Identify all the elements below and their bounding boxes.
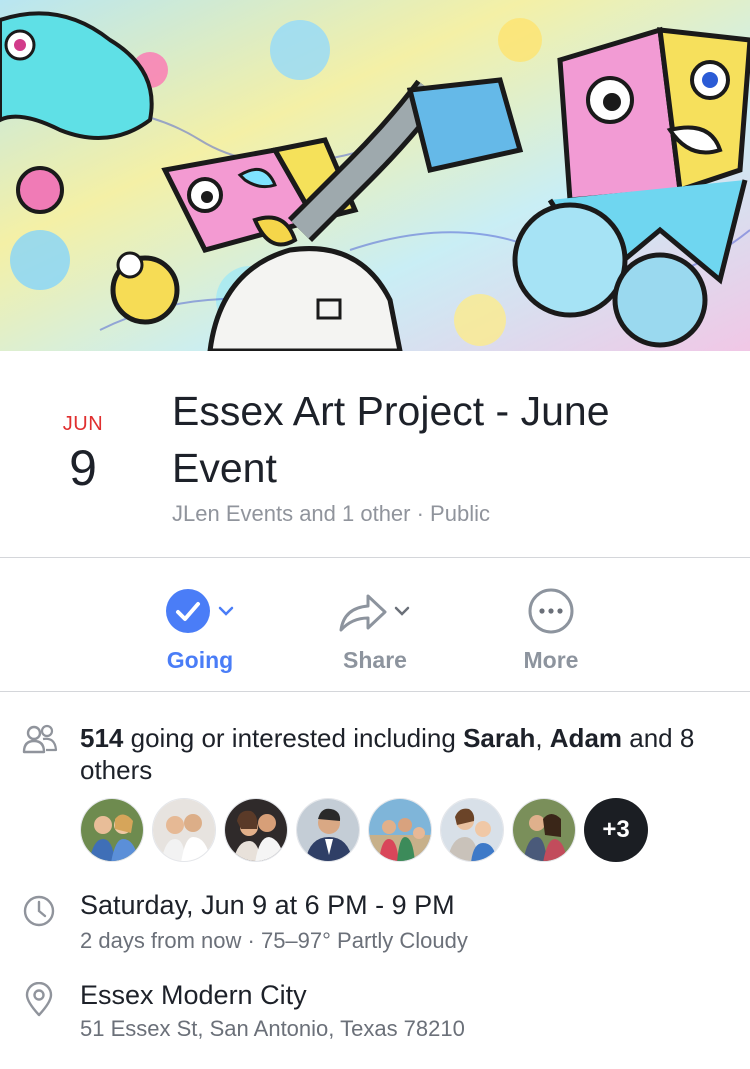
people-icon — [22, 724, 58, 754]
avatar[interactable] — [296, 798, 360, 862]
more-button[interactable]: More — [481, 583, 621, 674]
more-attendees-badge[interactable]: +3 — [584, 798, 648, 862]
avatar[interactable] — [152, 798, 216, 862]
attendance-count: 514 — [80, 723, 124, 753]
event-cover-photo[interactable] — [0, 0, 750, 351]
going-label: Going — [166, 647, 234, 673]
event-month: JUN — [62, 413, 104, 435]
event-day: 9 — [69, 440, 97, 496]
event-host-line[interactable]: JLen Events and 1 other · Public — [172, 501, 490, 527]
check-circle-icon — [166, 589, 210, 633]
attendance-summary: 514 going or interested including Sarah,… — [80, 722, 720, 786]
share-label: Share — [343, 647, 407, 673]
avatar[interactable] — [224, 798, 288, 862]
event-weather: 2 days from now · 75–97° Partly Cloudy — [80, 928, 468, 953]
location-pin-icon — [25, 982, 53, 1017]
event-datetime: Saturday, Jun 9 at 6 PM - 9 PM — [80, 890, 455, 920]
venue-name: Essex Modern City — [80, 980, 307, 1010]
clock-icon — [23, 895, 55, 927]
separator: , — [535, 723, 550, 753]
attendance-text: going or interested including — [123, 723, 464, 753]
more-dots-icon — [528, 588, 574, 634]
avatar[interactable] — [440, 798, 504, 862]
friend-name[interactable]: Adam — [550, 723, 622, 753]
share-button[interactable]: Share — [305, 583, 445, 674]
avatar[interactable] — [80, 798, 144, 862]
venue-address: 51 Essex St, San Antonio, Texas 78210 — [80, 1016, 465, 1041]
event-title: Essex Art Project - June Event — [172, 388, 610, 491]
chevron-down-icon — [218, 606, 234, 616]
event-header: JUN 9 Essex Art Project - June Event JLe… — [0, 351, 750, 558]
more-label: More — [523, 647, 579, 673]
friend-name[interactable]: Sarah — [463, 723, 535, 753]
share-arrow-icon — [339, 594, 387, 632]
chevron-down-icon — [394, 606, 410, 616]
avatar[interactable] — [368, 798, 432, 862]
avatar[interactable] — [512, 798, 576, 862]
event-action-bar: Going Share More — [0, 559, 750, 692]
going-button[interactable]: Going — [130, 583, 270, 674]
